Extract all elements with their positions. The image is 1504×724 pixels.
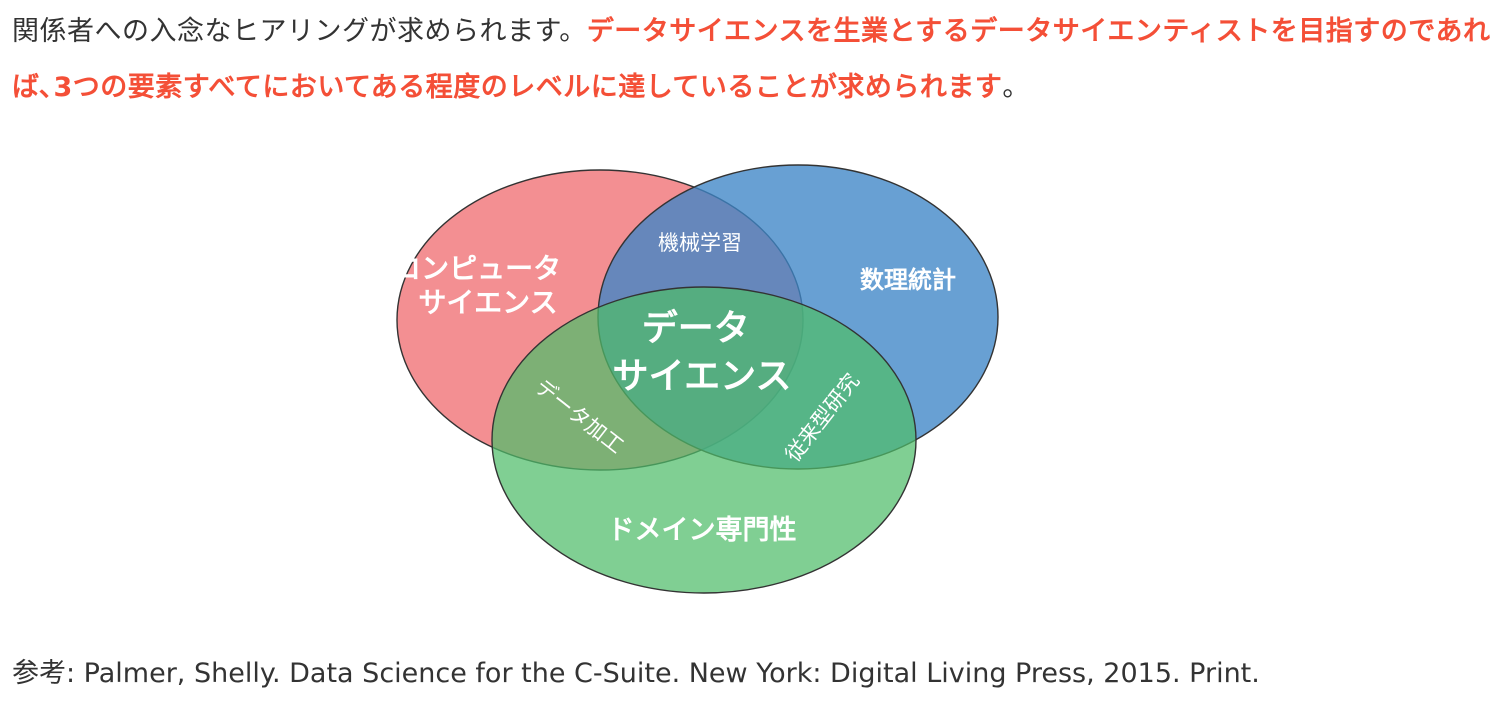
label-data-science-line1: データ	[642, 307, 750, 349]
paragraph-normal-text: 関係者への入念なヒアリングが求められます。	[12, 16, 587, 47]
label-statistics: 数理統計	[860, 266, 956, 294]
label-computer-science-line1: コンピュータ	[393, 252, 561, 285]
label-domain: ドメイン専門性	[608, 515, 797, 546]
venn-diagram: コンピュータ サイエンス 数理統計 ドメイン専門性 機械学習 データ加工 従来型…	[393, 164, 999, 594]
label-computer-science: コンピュータ サイエンス	[393, 252, 571, 319]
label-data-science-line2: サイエンス	[613, 356, 792, 397]
intro-paragraph: 関係者への入念なヒアリングが求められます。データサイエンスを生業とするデータサイ…	[12, 4, 1492, 116]
reference-citation: 参考: Palmer, Shelly. Data Science for the…	[12, 658, 1260, 689]
label-machine-learning: 機械学習	[658, 231, 742, 255]
paragraph-end-punct: 。	[1002, 72, 1030, 103]
label-computer-science-line2: サイエンス	[418, 286, 557, 319]
